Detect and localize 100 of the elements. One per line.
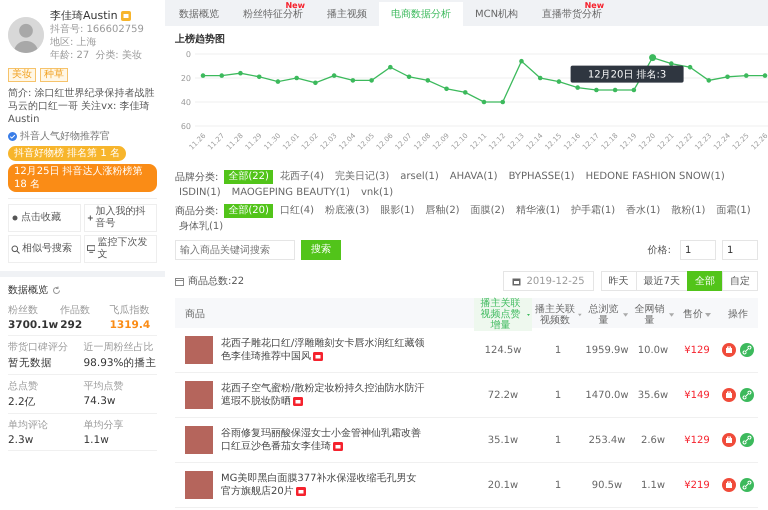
table-cell-text: 1: [554, 480, 562, 490]
table-cell-text: 35.1w: [486, 434, 520, 446]
tag: 美妆: [8, 68, 36, 82]
filter-option[interactable]: 面膜(2): [466, 204, 509, 218]
filter-option[interactable]: 精华液(1): [512, 204, 564, 218]
price-input[interactable]: 1: [680, 240, 716, 260]
stat-label: 总点赞: [8, 380, 38, 393]
table-cell-text: ¥219: [683, 480, 711, 490]
stat-label: 粉丝数: [8, 304, 38, 317]
rank-badge: 抖音好物榜 排名第 1 名: [8, 146, 126, 161]
stat-label: 单均评论: [8, 418, 48, 432]
filter-option[interactable]: arsel(1): [396, 170, 443, 184]
profile-name: 李佳琦Austin: [50, 8, 118, 23]
filter-label: 商品分类:: [175, 204, 218, 218]
table-cell-text: 1: [554, 434, 562, 446]
price-input[interactable]: 1: [722, 240, 758, 260]
column-header: 操作: [727, 309, 749, 320]
filter-option[interactable]: ISDIN(1): [175, 186, 225, 200]
product-count: 商品总数:22: [188, 274, 244, 288]
table-cell-text: 72.2w: [486, 390, 520, 400]
table-cell-text: 35.6w: [636, 390, 670, 400]
table-cell-text: 1: [554, 390, 562, 400]
stat-value: 74.3w: [84, 395, 116, 407]
search-field[interactable]: 输入商品关键词搜索: [175, 240, 295, 260]
column-header[interactable]: 全网销量: [630, 304, 676, 326]
new-label: New: [584, 1, 604, 10]
filter-option[interactable]: 散粉(1): [667, 204, 710, 218]
column-header[interactable]: 播主关联视频数: [532, 304, 584, 326]
action-button[interactable]: 监控下次发文: [84, 235, 157, 263]
table-cell-text: ¥129: [683, 344, 711, 356]
filter-option[interactable]: 眼影(1): [376, 204, 418, 218]
table-cell: 1470.0w: [584, 390, 630, 400]
action-button[interactable]: 相似号搜索: [8, 235, 81, 263]
table-cell-text: 10.0w: [636, 344, 670, 356]
filter-option[interactable]: AHAVA(1): [446, 170, 502, 184]
table-cell-text: 124.5w: [484, 344, 522, 356]
filter-option[interactable]: 口红(4): [276, 204, 318, 218]
table-cell-text: ¥149: [683, 390, 711, 400]
product-title[interactable]: 谷雨修复玛丽酸保湿女士小金管神仙乳霜改善口红豆沙色番茄女李佳琦: [221, 427, 426, 453]
filter-option[interactable]: 面霜(1): [712, 204, 755, 218]
table-cell-text: 90.5w: [590, 480, 624, 490]
account-id: 抖音号: 166602759: [50, 24, 144, 36]
axis-tick-label: 0: [186, 50, 191, 59]
stat-value: 1.1w: [84, 434, 109, 446]
stat-label: 近一周粉丝占比: [84, 340, 154, 354]
age: 年龄: 27: [50, 50, 90, 62]
range-button[interactable]: 自定: [722, 271, 758, 291]
stat-label: 平均点赞: [84, 380, 124, 393]
filter-option[interactable]: 粉底液(3): [321, 204, 374, 218]
table-cell-text: 1: [554, 344, 562, 356]
filter-option[interactable]: BYPHASSE(1): [504, 170, 579, 184]
chart-title: 上榜趋势图: [175, 32, 226, 46]
stat-value: 2.2亿: [8, 395, 36, 409]
verified-label: 抖音人气好物推荐官: [20, 130, 110, 143]
stat-label: 飞瓜指数: [110, 304, 150, 317]
price-label: 价格:: [648, 244, 671, 257]
tab[interactable]: 播主视频: [315, 2, 379, 26]
tag: 种草: [40, 68, 68, 82]
column-header: 商品: [184, 309, 206, 320]
tab[interactable]: 数据概览: [167, 2, 231, 26]
stat-value: 292: [60, 319, 82, 331]
stat-value: 2.3w: [8, 434, 34, 446]
filter-option[interactable]: 完美日记(3): [331, 170, 394, 184]
column-header[interactable]: 总浏览量: [584, 304, 630, 326]
stat-value: 98.93%的播主: [84, 356, 157, 370]
table-cell-text: ¥129: [683, 434, 711, 446]
filter-option[interactable]: 香水(1): [622, 204, 664, 218]
stat-value: 暂无数据: [8, 356, 52, 370]
table-cell-text: 2.6w: [640, 434, 666, 446]
stat-label: 单均分享: [84, 418, 124, 432]
product-title[interactable]: 花西子空气蜜粉/散粉定妆粉持久控油防水防汗遮瑕不脱妆防晒: [221, 382, 426, 408]
filter-option[interactable]: MAOGEPING BEAUTY(1): [228, 186, 354, 200]
filter-option[interactable]: 身体乳(1): [175, 220, 228, 234]
filter-option[interactable]: 护手霜(1): [566, 204, 620, 218]
table-cell: 1959.9w: [584, 344, 630, 356]
column-header[interactable]: 售价: [676, 309, 718, 320]
annotation: 12月20日 排名:3: [588, 68, 666, 81]
chart-tooltip: 12月20日 排名:3: [570, 54, 684, 83]
filter-option[interactable]: vnk(1): [356, 186, 398, 200]
product-title[interactable]: MG美即黑白面膜377补水保湿收缩毛孔男女官方旗舰店20片: [221, 472, 426, 498]
action-button[interactable]: 加入我的抖音号: [84, 204, 157, 232]
tab[interactable]: MCN机构: [463, 2, 530, 26]
product-title[interactable]: 花西子雕花口红/浮雕雕刻女卡唇水润红红藏领色李佳琦推荐中国风: [221, 337, 426, 363]
table-cell-text: 1.1w: [640, 480, 666, 490]
stat-label: 带货口碑评分: [8, 340, 68, 354]
range-button[interactable]: 最近7天: [636, 271, 688, 291]
axis-tick-label: 20: [180, 74, 191, 83]
action-button[interactable]: 点击收藏: [8, 204, 81, 232]
filter-option[interactable]: 唇釉(2): [421, 204, 464, 218]
filter-option[interactable]: 花西子(4): [276, 170, 328, 184]
axis-tick-label: 40: [180, 98, 191, 107]
filter-option[interactable]: HEDONE FASHION SNOW(1): [582, 170, 729, 184]
range-button[interactable]: 昨天: [600, 271, 637, 291]
category: 分类: 美妆: [95, 50, 142, 62]
stat-value: 1319.4: [110, 319, 150, 331]
table-cell-text: 253.4w: [588, 434, 626, 446]
stat-label: 作品数: [60, 304, 90, 317]
section-title: 数据概览: [8, 284, 48, 297]
region: 地区: 上海: [50, 37, 98, 49]
table-cell-text: 20.1w: [486, 480, 520, 490]
